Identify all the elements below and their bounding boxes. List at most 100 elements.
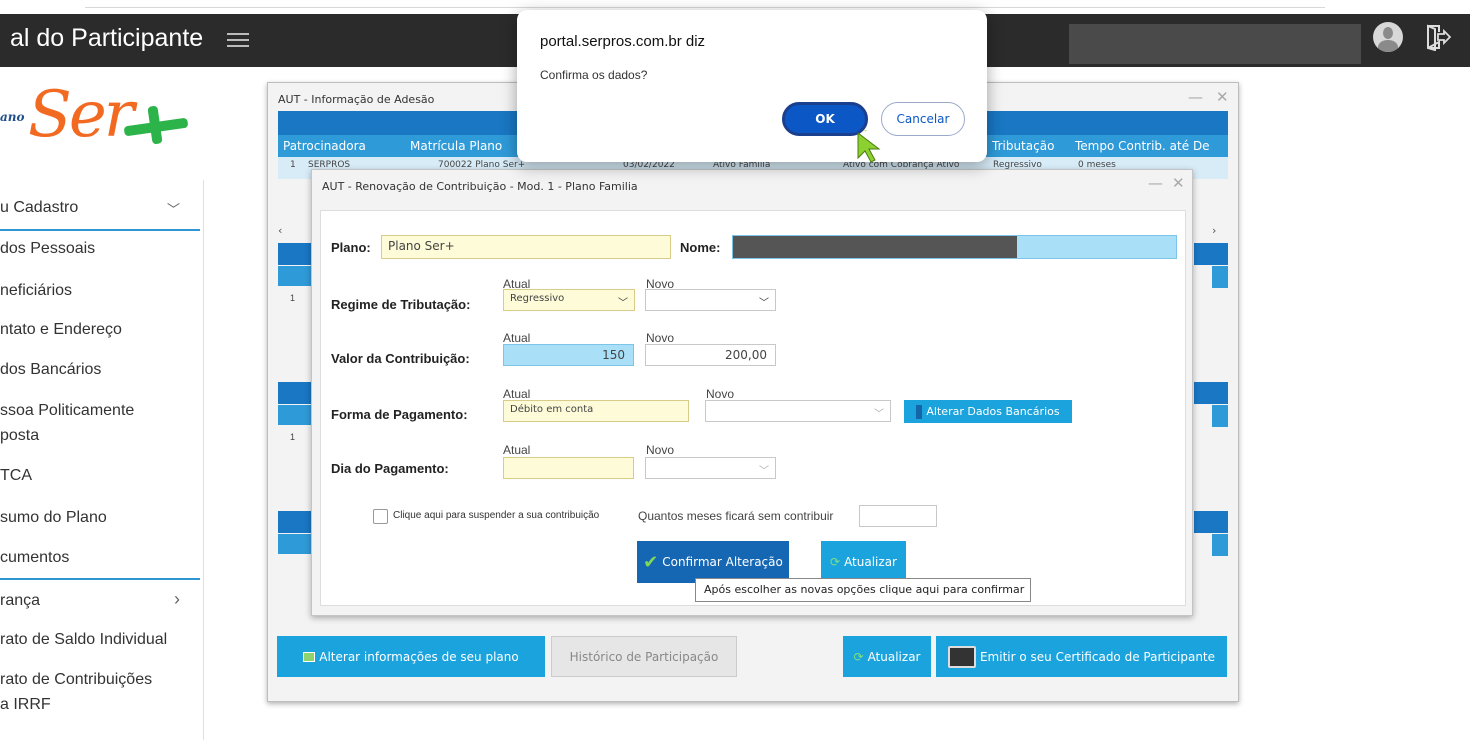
button-label: Alterar Dados Bancários	[926, 405, 1060, 418]
sidebar-item-exposta[interactable]: posta	[0, 427, 200, 445]
chevron-down-icon: ﹀	[166, 202, 180, 217]
close-icon[interactable]: ✕	[1172, 174, 1185, 192]
dia-atual-field	[503, 457, 634, 479]
plano-field: Plano Ser+	[381, 235, 671, 259]
redacted-name	[733, 236, 1017, 258]
section-header-fragment	[278, 243, 312, 265]
window-title: AUT - Informação de Adesão	[278, 93, 435, 106]
valor-atual-field: 150	[503, 344, 634, 366]
atual-label: Atual	[503, 443, 531, 457]
atualizar-button[interactable]: ⟳ Atualizar	[821, 541, 906, 583]
sidebar-item-pessoa-politicamente[interactable]: ssoa Politicamente	[0, 402, 200, 420]
meses-input[interactable]	[859, 505, 937, 527]
history-button[interactable]: Histórico de Participação	[551, 636, 737, 677]
refresh-icon: ⟳	[830, 555, 841, 569]
minimize-icon[interactable]: —	[1188, 88, 1203, 106]
valor-label: Valor da Contribuição:	[331, 351, 470, 366]
column-header: Matrícula Plano	[410, 139, 503, 153]
row-number: 1	[290, 293, 296, 303]
sidebar-item-resumo-plano[interactable]: sumo do Plano	[0, 509, 200, 527]
section-header-fragment	[1194, 382, 1228, 404]
column-header: Patrocinadora	[283, 139, 366, 153]
sidebar-item-irrf[interactable]: a IRRF	[0, 696, 200, 714]
hamburger-menu-icon[interactable]	[227, 29, 249, 53]
sidebar	[0, 180, 204, 740]
alter-plan-info-button[interactable]: Alterar informações de seu plano	[277, 636, 545, 677]
checkmark-icon: ✔	[643, 551, 659, 573]
plano-label: Plano:	[331, 240, 371, 255]
forma-novo-select[interactable]: ﹀	[705, 400, 891, 422]
column-header: Tributação	[992, 139, 1055, 153]
sidebar-item-extrato-contribuicoes[interactable]: rato de Contribuições	[0, 671, 200, 689]
dialog-cancel-button[interactable]: Cancelar	[881, 102, 965, 136]
sidebar-item-documentos[interactable]: cumentos	[0, 549, 200, 580]
sidebar-item-label: ssoa Politicamente	[0, 402, 135, 419]
section-header-fragment	[278, 511, 312, 533]
sidebar-item-label: a IRRF	[0, 696, 51, 713]
sidebar-item-label: sumo do Plano	[0, 509, 107, 526]
scroll-left-icon[interactable]: ‹	[278, 224, 282, 237]
chevron-down-icon: ﹀	[759, 298, 769, 309]
sidebar-item-extrato-saldo[interactable]: rato de Saldo Individual	[0, 631, 200, 649]
regime-label: Regime de Tributação:	[331, 297, 471, 312]
atual-label: Atual	[503, 387, 531, 401]
section-subheader-fragment	[278, 534, 312, 554]
plano-ser-logo: ano Ser	[0, 78, 205, 162]
dia-novo-select[interactable]: ﹀	[645, 457, 776, 479]
alterar-dados-bancarios-button[interactable]: Alterar Dados Bancários	[904, 400, 1072, 423]
table-cell: 1	[290, 160, 296, 170]
button-label: Histórico de Participação	[569, 649, 719, 664]
button-label: Emitir o seu Certificado de Participante	[979, 649, 1216, 664]
sidebar-item-fatca[interactable]: TCA	[0, 467, 200, 485]
sidebar-item-cobranca[interactable]: rança ›	[0, 589, 200, 610]
button-label: Confirmar Alteração	[662, 555, 783, 569]
sidebar-item-label: cumentos	[0, 549, 70, 566]
sidebar-item-dados-pessoais[interactable]: dos Pessoais	[0, 240, 200, 258]
user-avatar-icon[interactable]	[1373, 22, 1403, 52]
app-title: al do Participante	[10, 24, 204, 52]
minimize-icon[interactable]: —	[1148, 174, 1163, 192]
sidebar-item-cadastro[interactable]: u Cadastro ﹀	[0, 199, 200, 231]
button-label: Atualizar	[867, 649, 921, 664]
sidebar-item-contato[interactable]: ntato e Endereço	[0, 321, 200, 339]
section-header-fragment	[1194, 511, 1228, 533]
sidebar-item-label: dos Pessoais	[0, 240, 96, 257]
chevron-down-icon: ﹀	[618, 298, 628, 309]
regime-atual-select[interactable]: Regressivo ﹀	[503, 289, 635, 311]
confirm-dialog: portal.serpros.com.br diz Confirma os da…	[517, 10, 987, 162]
logo-main-text: Ser	[28, 78, 134, 152]
chevron-right-icon: ›	[174, 589, 180, 609]
sidebar-item-label: neficiários	[0, 282, 73, 299]
refresh-button[interactable]: ⟳ Atualizar	[843, 636, 931, 677]
user-name-box	[1069, 24, 1361, 64]
logo-small-text: ano	[0, 110, 25, 124]
sidebar-item-beneficiarios[interactable]: neficiários	[0, 282, 200, 300]
sidebar-item-dados-bancarios[interactable]: dos Bancários	[0, 361, 200, 379]
select-value: Regressivo	[510, 293, 565, 304]
confirmar-alteracao-button[interactable]: ✔ Confirmar Alteração	[637, 541, 789, 583]
column-header: Tempo Contrib. até De	[1075, 139, 1210, 153]
refresh-icon: ⟳	[853, 649, 864, 664]
dialog-message: Confirma os dados?	[540, 68, 648, 82]
window-title: AUT - Renovação de Contribuição - Mod. 1…	[322, 180, 638, 193]
certificate-button[interactable]: Emitir o seu Certificado de Participante	[936, 636, 1227, 677]
regime-novo-select[interactable]: ﹀	[645, 289, 776, 311]
chevron-down-icon: ﹀	[874, 409, 884, 420]
logout-icon[interactable]	[1425, 23, 1451, 51]
sidebar-item-label: posta	[0, 427, 40, 444]
section-subheader-fragment	[1212, 405, 1228, 427]
section-header-fragment	[278, 382, 312, 404]
edit-icon	[303, 651, 316, 662]
suspend-label: Clique aqui para suspender a sua contrib…	[393, 510, 600, 521]
valor-novo-input[interactable]: 200,00	[645, 344, 776, 366]
nome-field	[732, 235, 1177, 259]
scroll-right-icon[interactable]: ›	[1212, 224, 1216, 237]
suspend-checkbox[interactable]	[373, 509, 388, 524]
section-subheader-fragment	[278, 405, 312, 425]
button-label: Alterar informações de seu plano	[319, 649, 519, 664]
confirm-tooltip: Após escolher as novas opções clique aqu…	[695, 578, 1031, 602]
close-icon[interactable]: ✕	[1216, 88, 1229, 106]
section-subheader-fragment	[1212, 266, 1228, 288]
chevron-down-icon: ﹀	[759, 466, 769, 477]
sidebar-item-label: ntato e Endereço	[0, 321, 122, 338]
